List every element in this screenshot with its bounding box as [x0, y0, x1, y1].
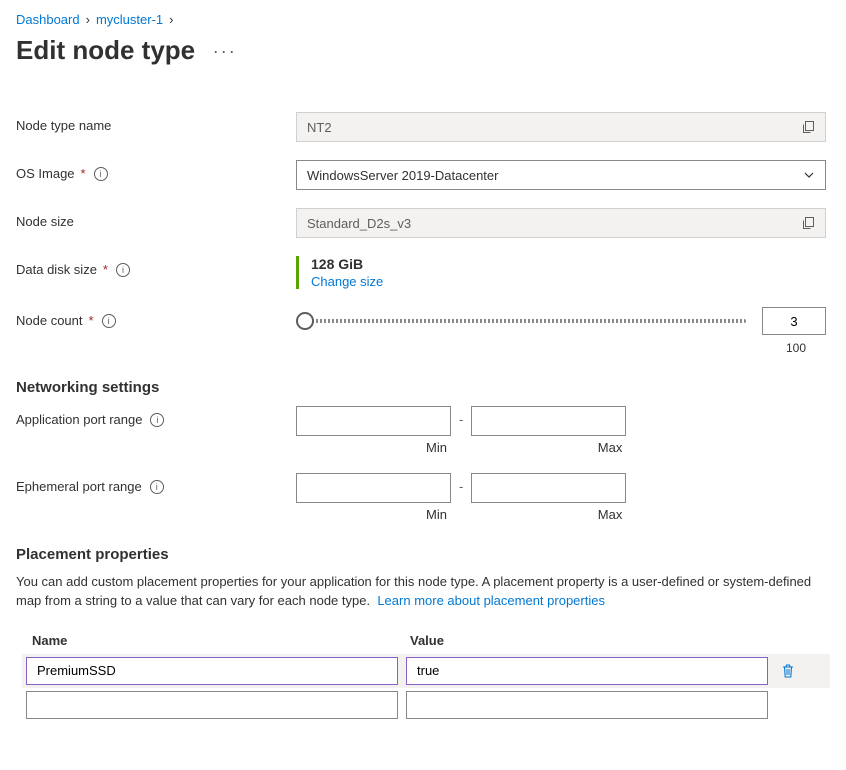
props-row [22, 654, 830, 688]
eph-port-min-input[interactable] [296, 473, 451, 503]
breadcrumb-item[interactable]: Dashboard [16, 12, 80, 27]
chevron-right-icon: › [169, 12, 173, 27]
props-header-value: Value [410, 633, 780, 648]
delete-icon[interactable] [776, 663, 800, 679]
data-disk-size-label: Data disk size* i [16, 256, 296, 277]
data-disk-size-value: 128 GiB [311, 256, 830, 272]
learn-more-link[interactable]: Learn more about placement properties [377, 593, 605, 608]
info-icon[interactable]: i [94, 167, 108, 181]
slider-thumb[interactable] [296, 312, 314, 330]
required-indicator: * [81, 166, 86, 181]
info-icon[interactable]: i [150, 413, 164, 427]
data-disk-size-block: 128 GiB Change size [296, 256, 830, 289]
max-label: Max [598, 507, 627, 522]
node-type-name-label: Node type name [16, 112, 296, 133]
node-count-slider[interactable] [296, 309, 746, 333]
prop-value-input[interactable] [406, 691, 768, 719]
node-type-name-value: NT2 [307, 120, 332, 135]
breadcrumb: Dashboard › mycluster-1 › [16, 12, 830, 27]
range-separator: - [451, 473, 471, 494]
placement-heading: Placement properties [16, 546, 830, 563]
node-size-field: Standard_D2s_v3 [296, 208, 826, 238]
networking-heading: Networking settings [16, 379, 830, 396]
os-image-select[interactable]: WindowsServer 2019-Datacenter [296, 160, 826, 190]
app-port-range-label: Application port range i [16, 406, 296, 427]
node-count-input[interactable] [762, 307, 826, 335]
min-label: Min [426, 440, 451, 455]
prop-value-input[interactable] [406, 657, 768, 685]
required-indicator: * [89, 313, 94, 328]
required-indicator: * [103, 262, 108, 277]
info-icon[interactable]: i [102, 314, 116, 328]
copy-icon[interactable] [801, 120, 815, 134]
max-label: Max [598, 440, 627, 455]
eph-port-range-label: Ephemeral port range i [16, 473, 296, 494]
eph-port-max-input[interactable] [471, 473, 626, 503]
app-port-max-input[interactable] [471, 406, 626, 436]
node-count-label: Node count* i [16, 307, 296, 328]
prop-name-input[interactable] [26, 691, 398, 719]
app-port-min-input[interactable] [296, 406, 451, 436]
os-image-value: WindowsServer 2019-Datacenter [307, 168, 498, 183]
breadcrumb-item[interactable]: mycluster-1 [96, 12, 163, 27]
node-size-value: Standard_D2s_v3 [307, 216, 411, 231]
node-count-max-label: 100 [296, 341, 826, 355]
info-icon[interactable]: i [116, 263, 130, 277]
chevron-right-icon: › [86, 12, 90, 27]
placement-description: You can add custom placement properties … [16, 573, 830, 611]
os-image-label: OS Image* i [16, 160, 296, 181]
range-separator: - [451, 406, 471, 427]
page-title: Edit node type [16, 35, 195, 66]
prop-name-input[interactable] [26, 657, 398, 685]
chevron-down-icon [803, 169, 815, 181]
change-size-link[interactable]: Change size [311, 274, 383, 289]
node-size-label: Node size [16, 208, 296, 229]
props-header-name: Name [32, 633, 410, 648]
copy-icon[interactable] [801, 216, 815, 230]
more-actions-button[interactable]: ··· [213, 41, 237, 62]
props-row [22, 688, 830, 722]
min-label: Min [426, 507, 451, 522]
node-type-name-field: NT2 [296, 112, 826, 142]
info-icon[interactable]: i [150, 480, 164, 494]
